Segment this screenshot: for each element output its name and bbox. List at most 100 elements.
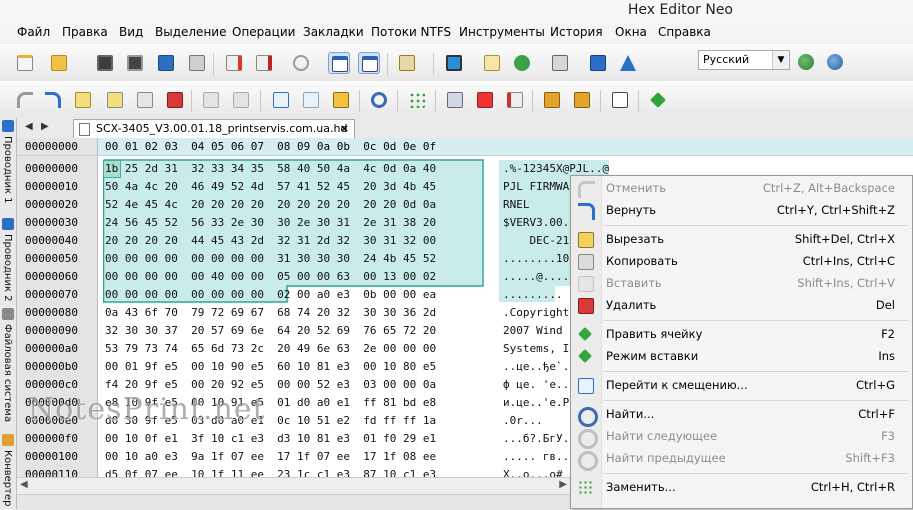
fill-button[interactable] xyxy=(444,89,466,111)
text-row[interactable]: ..... гв..о xyxy=(503,448,576,466)
menu-file[interactable]: Файл xyxy=(17,25,50,39)
hex-bytes-area[interactable]: 1b 25 2d 31 32 33 34 35 58 40 50 4a 4c 0… xyxy=(103,156,499,509)
side-tab-file-system[interactable]: Файловая система xyxy=(0,306,16,432)
warning-button[interactable] xyxy=(617,52,639,74)
new-file-button[interactable] xyxy=(14,52,36,74)
open-file-button[interactable] xyxy=(48,52,70,74)
add-language-button[interactable] xyxy=(795,51,817,73)
hex-row[interactable]: 52 4e 45 4c 20 20 20 20 20 20 20 20 20 2… xyxy=(105,196,436,214)
menu-view[interactable]: Вид xyxy=(119,25,143,39)
hex-row[interactable]: 20 20 20 20 44 45 43 2d 32 31 2d 32 30 3… xyxy=(105,232,436,250)
hex-row[interactable]: 24 56 45 52 56 33 2e 30 30 2e 30 31 2e 3… xyxy=(105,214,436,232)
text-row[interactable]: .Copyright xyxy=(503,304,569,322)
paste-button[interactable] xyxy=(200,89,222,111)
encoding-button[interactable] xyxy=(396,52,418,74)
tab-scroll-right-icon[interactable]: ▶ xyxy=(41,121,49,132)
text-row[interactable]: RNEL xyxy=(503,196,530,214)
undo-button[interactable] xyxy=(14,89,36,111)
menu-tools[interactable]: Инструменты xyxy=(459,25,545,39)
pattern-button[interactable] xyxy=(406,89,428,111)
hex-row[interactable]: 32 30 30 37 20 57 69 6e 64 20 52 69 76 6… xyxy=(105,322,436,340)
context-menu-item[interactable]: Вырезать Shift+Del, Ctrl+X xyxy=(571,229,912,250)
hex-row[interactable]: 00 01 9f e5 00 10 90 e5 60 10 81 e3 00 1… xyxy=(105,358,436,376)
scroll-left-icon[interactable]: ◀ xyxy=(20,479,28,490)
save-all-button[interactable] xyxy=(155,52,177,74)
hex-row[interactable]: 53 79 73 74 65 6d 73 2c 20 49 6e 63 2e 0… xyxy=(105,340,436,358)
text-row[interactable]: PJL FIRMWA xyxy=(503,178,569,196)
users-button[interactable] xyxy=(511,52,533,74)
unlock-button[interactable] xyxy=(571,89,593,111)
print-button[interactable] xyxy=(186,52,208,74)
scroll-right-icon[interactable]: ▶ xyxy=(559,479,567,490)
close-tab-icon[interactable]: × xyxy=(340,122,349,135)
text-row[interactable]: .0r... xyxy=(503,412,543,430)
text-row[interactable]: ф це. 'е.. xyxy=(503,376,569,394)
redo-button[interactable] xyxy=(42,89,64,111)
hex-row[interactable]: 00 00 00 00 00 00 00 00 31 30 30 30 24 4… xyxy=(105,250,436,268)
context-menu-item[interactable]: Найти... Ctrl+F xyxy=(571,404,912,427)
hex-row[interactable]: 00 10 0f e1 3f 10 c1 e3 d3 10 81 e3 01 f… xyxy=(105,430,436,448)
text-row[interactable]: Systems, I xyxy=(503,340,569,358)
hex-row[interactable]: 50 4a 4c 20 46 49 52 4d 57 41 52 45 20 3… xyxy=(105,178,436,196)
close-all-button[interactable] xyxy=(253,52,275,74)
help-button[interactable] xyxy=(587,52,609,74)
text-row[interactable]: и.це..'е.Р xyxy=(503,394,569,412)
hex-row[interactable]: 00 10 a0 e3 9a 1f 07 ee 17 1f 07 ee 17 1… xyxy=(105,448,436,466)
text-row[interactable]: ...б?.БгУ. xyxy=(503,430,569,448)
menu-history[interactable]: История xyxy=(550,25,603,39)
text-row[interactable]: .....@.... xyxy=(503,268,569,286)
properties-button[interactable] xyxy=(549,52,571,74)
context-menu-item[interactable]: Вернуть Ctrl+Y, Ctrl+Shift+Z xyxy=(571,200,912,221)
remove-language-button[interactable] xyxy=(824,51,846,73)
menu-edit[interactable]: Правка xyxy=(62,25,108,39)
send-mail-button[interactable] xyxy=(481,52,503,74)
cut-button[interactable] xyxy=(104,89,126,111)
hex-row[interactable]: 00 00 00 00 00 00 00 00 02 00 a0 e3 0b 0… xyxy=(105,286,436,304)
context-menu-item[interactable]: Режим вставки Ins xyxy=(571,346,912,367)
menu-operations[interactable]: Операции xyxy=(232,25,295,39)
text-row[interactable]: DEC-21 xyxy=(503,232,569,250)
text-row[interactable]: ......... xyxy=(503,286,563,304)
binary-button[interactable] xyxy=(609,89,631,111)
side-tab-converter[interactable]: Конвертер xyxy=(0,432,16,509)
save-button[interactable] xyxy=(94,52,116,74)
language-select[interactable]: Русский ▼ xyxy=(698,50,790,70)
refresh-button[interactable] xyxy=(290,52,312,74)
lock-button[interactable] xyxy=(541,89,563,111)
horizontal-scrollbar[interactable]: ◀ ▶ xyxy=(17,477,570,494)
context-menu-item[interactable]: Удалить Del xyxy=(571,295,912,316)
side-tab-explorer-2[interactable]: Проводник 2 xyxy=(0,216,16,306)
structure-button[interactable] xyxy=(474,89,496,111)
text-row[interactable]: 2007 Wind xyxy=(503,322,563,340)
text-row[interactable]: ........10 xyxy=(503,250,569,268)
delete-button[interactable] xyxy=(164,89,186,111)
menu-ntfs-streams[interactable]: Потоки NTFS xyxy=(371,25,451,39)
find-button[interactable] xyxy=(368,89,390,111)
text-row[interactable]: ..це..ђе`. xyxy=(503,358,569,376)
goto-back-button[interactable] xyxy=(300,89,322,111)
paste-special-button[interactable] xyxy=(230,89,252,111)
context-menu-item[interactable]: Копировать Ctrl+Ins, Ctrl+C xyxy=(571,251,912,272)
fullscreen-button[interactable] xyxy=(443,52,465,74)
hex-row[interactable]: 1b 25 2d 31 32 33 34 35 58 40 50 4a 4c 0… xyxy=(105,160,436,178)
hex-row[interactable]: 0a 43 6f 70 79 72 69 67 68 74 20 32 30 3… xyxy=(105,304,436,322)
document-tab[interactable]: SCX-3405_V3.00.01.18_printservis.com.ua.… xyxy=(73,119,355,138)
menu-selection[interactable]: Выделение xyxy=(155,25,226,39)
copy-button[interactable] xyxy=(134,89,156,111)
close-file-button[interactable] xyxy=(223,52,245,74)
checksum-button[interactable] xyxy=(504,89,526,111)
tab-scroll-left-icon[interactable]: ◀ xyxy=(25,121,33,132)
view-mode-2-button[interactable] xyxy=(358,52,380,74)
select-block-button[interactable] xyxy=(330,89,352,111)
side-tab-explorer-1[interactable]: Проводник 1 xyxy=(0,118,16,210)
save-as-button[interactable] xyxy=(124,52,146,74)
hex-row[interactable]: 00 00 00 00 00 40 00 00 05 00 00 63 00 1… xyxy=(105,268,436,286)
menu-help[interactable]: Справка xyxy=(658,25,711,39)
edit-cell-button[interactable] xyxy=(72,89,94,111)
view-mode-1-button[interactable] xyxy=(328,52,350,74)
text-row[interactable]: $VERV3.00. xyxy=(503,214,569,232)
context-menu-item[interactable]: Заменить... Ctrl+H, Ctrl+R xyxy=(571,477,912,498)
context-menu-item[interactable]: Править ячейку F2 xyxy=(571,324,912,345)
goto-offset-button[interactable] xyxy=(270,89,292,111)
menu-bookmarks[interactable]: Закладки xyxy=(303,25,364,39)
